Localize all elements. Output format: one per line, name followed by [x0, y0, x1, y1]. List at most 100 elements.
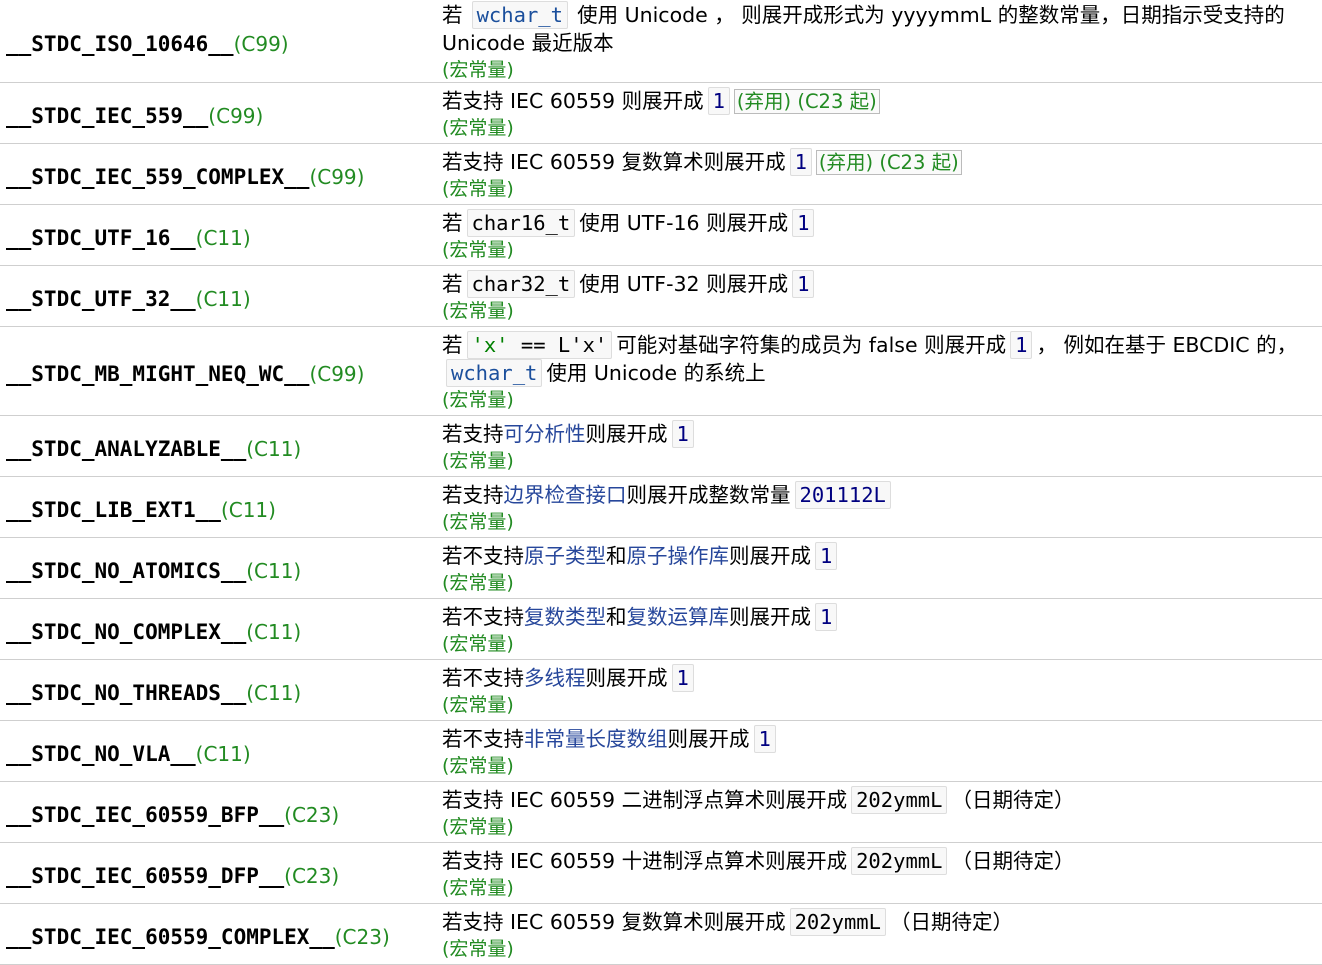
- macro-kind: (宏常量): [442, 59, 514, 81]
- version-tag: (C11): [195, 226, 251, 250]
- macro-name: __STDC_MB_MIGHT_NEQ_WC__: [6, 362, 310, 386]
- macro-desc-cell: 若不支持非常量长度数组则展开成 1 (宏常量): [434, 720, 1322, 782]
- desc-text: 若支持 IEC 60559 则展开成: [442, 89, 704, 113]
- value-literal: 1: [753, 725, 776, 753]
- macro-name-cell: __STDC_NO_THREADS__(C11): [0, 659, 434, 721]
- version-tag: (C11): [220, 498, 276, 522]
- macro-desc-cell: 若支持 IEC 60559 十进制浮点算术则展开成 202ymmL （日期待定） (…: [434, 842, 1322, 904]
- type-code: char32_t: [466, 270, 576, 298]
- desc-text: （日期待定）: [889, 910, 1013, 934]
- macro-name-cell: __STDC_ANALYZABLE__(C11): [0, 415, 434, 477]
- version-tag: (C11): [195, 287, 251, 311]
- complex-types-link[interactable]: 复数类型: [524, 605, 606, 629]
- version-tag: (C99): [309, 165, 365, 189]
- version-tag: (C99): [233, 32, 289, 56]
- desc-text: 若: [442, 3, 463, 27]
- value-literal: 1: [1010, 331, 1033, 359]
- macro-table: __STDC_ISO_10646__(C99) 若 wchar_t 使用 Uni…: [0, 0, 1322, 965]
- desc-text: 若不支持: [442, 605, 524, 629]
- macro-kind: (宏常量): [442, 117, 514, 139]
- macro-desc-cell: 若'x' == L'x' 可能对基础字符集的成员为 false 则展开成 1， 例如…: [434, 326, 1322, 416]
- value-code: 202ymmL: [789, 908, 886, 936]
- macro-name-cell: __STDC_LIB_EXT1__(C11): [0, 476, 434, 538]
- macro-kind: (宏常量): [442, 755, 514, 777]
- value-literal: 201112L: [794, 481, 891, 509]
- macro-kind: (宏常量): [442, 938, 514, 960]
- complex-math-link[interactable]: 复数运算库: [627, 605, 730, 629]
- table-row: __STDC_UTF_32__(C11) 若 char32_t 使用 UTF-32 …: [0, 265, 1322, 327]
- wchar-t-link[interactable]: wchar_t: [446, 359, 543, 387]
- macro-name-cell: __STDC_IEC_60559_COMPLEX__(C23): [0, 903, 434, 965]
- value-literal: 1: [671, 420, 694, 448]
- macro-kind: (宏常量): [442, 450, 514, 472]
- desc-text: 若不支持: [442, 544, 524, 568]
- desc-text: 若支持: [442, 422, 504, 446]
- atomic-types-link[interactable]: 原子类型: [524, 544, 606, 568]
- atomic-ops-link[interactable]: 原子操作库: [627, 544, 730, 568]
- macro-desc-cell: 若不支持多线程则展开成 1 (宏常量): [434, 659, 1322, 721]
- desc-text: 若支持 IEC 60559 二进制浮点算术则展开成: [442, 788, 848, 812]
- value-literal: 1: [815, 603, 838, 631]
- table-row: __STDC_NO_ATOMICS__(C11) 若不支持原子类型和原子操作库则…: [0, 537, 1322, 599]
- macro-kind: (宏常量): [442, 389, 514, 411]
- bounds-checking-link[interactable]: 边界检查接口: [504, 483, 627, 507]
- threads-link[interactable]: 多线程: [524, 666, 586, 690]
- version-tag: (C99): [309, 362, 365, 386]
- macro-name-cell: __STDC_UTF_32__(C11): [0, 265, 434, 327]
- desc-text: 则展开成: [585, 422, 668, 446]
- macro-desc-cell: 若不支持原子类型和原子操作库则展开成 1 (宏常量): [434, 537, 1322, 599]
- desc-text: （日期待定）: [951, 849, 1075, 873]
- macro-name-cell: __STDC_UTF_16__(C11): [0, 204, 434, 266]
- macro-name-cell: __STDC_IEC_60559_DFP__(C23): [0, 842, 434, 904]
- macro-desc-cell: 若 char32_t 使用 UTF-32 则展开成 1 (宏常量): [434, 265, 1322, 327]
- macro-kind: (宏常量): [442, 694, 514, 716]
- macro-name: __STDC_UTF_16__: [6, 226, 196, 250]
- value-literal: 1: [815, 542, 838, 570]
- version-tag: (C23): [284, 803, 340, 827]
- desc-text: ， 例如在基于 EBCDIC 的，: [1036, 333, 1298, 357]
- desc-text: 若: [442, 333, 463, 357]
- wchar-t-link[interactable]: wchar_t: [471, 1, 568, 29]
- desc-text: 若支持 IEC 60559 复数算术则展开成: [442, 910, 786, 934]
- desc-text: 使用 UTF-16 则展开成: [579, 211, 789, 235]
- version-tag: (C11): [246, 681, 302, 705]
- desc-text: 则展开成: [585, 666, 668, 690]
- macro-name: __STDC_IEC_60559_COMPLEX__: [6, 925, 335, 949]
- macro-desc-cell: 若 char16_t 使用 UTF-16 则展开成 1 (宏常量): [434, 204, 1322, 266]
- desc-text: 则展开成整数常量: [626, 483, 791, 507]
- desc-text: 则展开成: [667, 727, 750, 751]
- macro-kind: (宏常量): [442, 877, 514, 899]
- value-literal: 1: [707, 87, 730, 115]
- expr-code: 'x' == L'x': [466, 331, 613, 359]
- value-code: 202ymmL: [851, 847, 948, 875]
- macro-name-cell: __STDC_NO_ATOMICS__(C11): [0, 537, 434, 599]
- table-row: __STDC_IEC_60559_BFP__(C23) 若支持 IEC 6055…: [0, 781, 1322, 843]
- macro-desc-cell: 若支持 IEC 60559 复数算术则展开成 202ymmL （日期待定） (宏常量…: [434, 903, 1322, 965]
- wide-char-literal: L'x': [557, 333, 608, 357]
- table-row: __STDC_NO_VLA__(C11) 若不支持非常量长度数组则展开成 1 (宏…: [0, 720, 1322, 782]
- macro-desc-cell: 若支持 IEC 60559 则展开成 1 (弃用) (C23 起) (宏常量): [434, 82, 1322, 144]
- macro-kind: (宏常量): [442, 511, 514, 533]
- desc-text: 若支持 IEC 60559 复数算术则展开成: [442, 150, 786, 174]
- analyzability-link[interactable]: 可分析性: [504, 422, 586, 446]
- macro-name: __STDC_IEC_60559_DFP__: [6, 864, 285, 888]
- value-literal: 1: [792, 270, 815, 298]
- macro-name-cell: __STDC_NO_COMPLEX__(C11): [0, 598, 434, 660]
- vla-link[interactable]: 非常量长度数组: [524, 727, 668, 751]
- desc-text: 使用 Unicode 的系统上: [546, 361, 766, 385]
- desc-text: 若支持: [442, 483, 504, 507]
- table-row: __STDC_IEC_559_COMPLEX__(C99) 若支持 IEC 60…: [0, 143, 1322, 205]
- table-row: __STDC_ISO_10646__(C99) 若 wchar_t 使用 Uni…: [0, 0, 1322, 83]
- macro-name-cell: __STDC_ISO_10646__(C99): [0, 0, 434, 83]
- macro-desc-cell: 若支持边界检查接口则展开成整数常量 201112L (宏常量): [434, 476, 1322, 538]
- type-code: char16_t: [466, 209, 576, 237]
- macro-name: __STDC_ISO_10646__: [6, 32, 234, 56]
- desc-text: 则展开成: [729, 605, 811, 629]
- macro-name: __STDC_NO_COMPLEX__: [6, 620, 247, 644]
- table-row: __STDC_LIB_EXT1__(C11) 若支持边界检查接口则展开成整数常量…: [0, 476, 1322, 538]
- table-row: __STDC_NO_COMPLEX__(C11) 若不支持复数类型和复数运算库则…: [0, 598, 1322, 660]
- macro-kind: (宏常量): [442, 633, 514, 655]
- macro-name: __STDC_NO_ATOMICS__: [6, 559, 247, 583]
- deprecated-tag: (弃用) (C23 起): [815, 150, 962, 175]
- macro-desc-cell: 若不支持复数类型和复数运算库则展开成 1 (宏常量): [434, 598, 1322, 660]
